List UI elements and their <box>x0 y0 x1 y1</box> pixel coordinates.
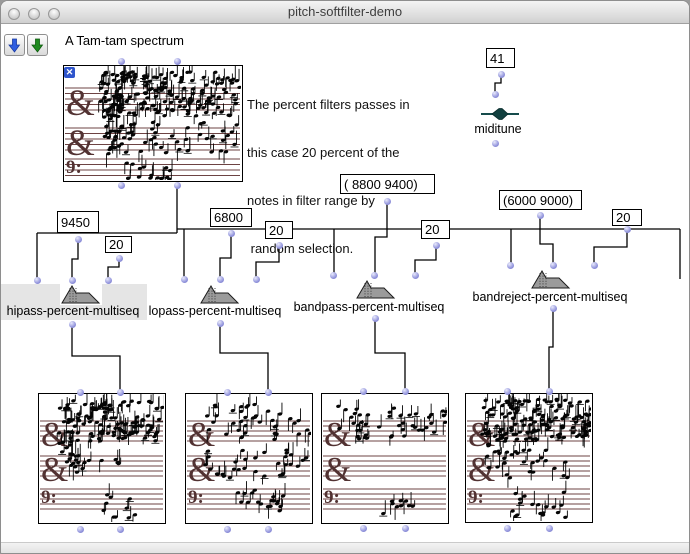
connection-dot[interactable] <box>371 272 378 279</box>
connection-dot[interactable] <box>504 388 511 395</box>
treble-clef-icon: & <box>468 450 495 489</box>
number-box[interactable]: 20 <box>265 221 293 239</box>
score-editor-box[interactable]: &&9: <box>465 393 593 523</box>
number-box[interactable]: 20 <box>421 220 450 239</box>
connection-dot[interactable] <box>224 526 231 533</box>
connection-dot[interactable] <box>228 230 235 237</box>
number-box[interactable]: (6000 9000) <box>499 190 582 210</box>
connection-dot[interactable] <box>498 71 505 78</box>
connection-dot[interactable] <box>118 182 125 189</box>
filter-shape-icon[interactable] <box>530 268 572 290</box>
connection-dot[interactable] <box>550 305 557 312</box>
connection-dot[interactable] <box>217 276 224 283</box>
connection-dot[interactable] <box>217 320 224 327</box>
connection-dot[interactable] <box>372 315 379 322</box>
connection-dot[interactable] <box>402 388 409 395</box>
connection-dot[interactable] <box>591 262 598 269</box>
score-notation: &&9: <box>39 394 164 522</box>
connection-dot[interactable] <box>69 321 76 328</box>
score-editor-box[interactable]: &&9: <box>321 393 449 524</box>
treble-clef-icon: & <box>41 450 68 489</box>
connection-dot[interactable] <box>77 526 84 533</box>
number-box[interactable]: 20 <box>612 209 642 226</box>
connection-dot[interactable] <box>537 212 544 219</box>
titlebar: pitch-softfilter-demo <box>1 1 689 24</box>
connection-dot[interactable] <box>118 58 125 65</box>
connection-dot[interactable] <box>105 277 112 284</box>
bass-clef-icon: 9: <box>324 487 340 508</box>
connection-dot[interactable] <box>253 276 260 283</box>
connection-dot[interactable] <box>433 242 440 249</box>
connection-dot[interactable] <box>174 58 181 65</box>
selection-x-marker-icon[interactable]: ✕ <box>64 67 75 78</box>
patch-heading: A Tam-tam spectrum <box>65 33 184 48</box>
window-title: pitch-softfilter-demo <box>1 4 689 19</box>
bass-clef-icon: 9: <box>188 487 204 508</box>
comment-line: this case 20 percent of the <box>247 145 410 161</box>
treble-clef-icon: & <box>66 83 95 124</box>
connection-dot[interactable] <box>116 255 123 262</box>
filter-shape-icon[interactable] <box>355 278 397 300</box>
app-window: pitch-softfilter-demo A Tam-tam spectrum… <box>0 0 690 554</box>
connection-dot[interactable] <box>69 277 76 284</box>
filter-shape-icon[interactable] <box>60 283 102 305</box>
connection-dot[interactable] <box>181 276 188 283</box>
window-bottom-edge <box>1 542 689 554</box>
connection-dot[interactable] <box>117 389 124 396</box>
connection-dot[interactable] <box>546 388 553 395</box>
score-notation: &&9: <box>466 394 591 521</box>
filter-shape-icon[interactable] <box>199 283 241 305</box>
connection-dot[interactable] <box>546 525 553 532</box>
connection-dot[interactable] <box>360 388 367 395</box>
connection-dot[interactable] <box>265 526 272 533</box>
treble-clef-icon: & <box>324 450 351 489</box>
score-notation: &&9: <box>64 66 241 180</box>
connection-dot[interactable] <box>34 277 41 284</box>
connection-dot[interactable] <box>507 262 514 269</box>
miditune-label: miditune <box>453 122 543 136</box>
connection-dot[interactable] <box>384 198 391 205</box>
download-green-button[interactable] <box>27 34 48 56</box>
bass-clef-icon: 9: <box>41 487 57 508</box>
connection-dot[interactable] <box>330 272 337 279</box>
treble-clef-icon: & <box>324 415 351 454</box>
number-box[interactable]: 41 <box>486 48 515 68</box>
miditune-slider[interactable] <box>479 105 521 123</box>
number-box[interactable]: 9450 <box>57 211 99 233</box>
comment-line: The percent filters passes in <box>247 97 410 113</box>
blue-down-arrow-icon <box>8 38 21 53</box>
connection-dot[interactable] <box>117 526 124 533</box>
connection-dot[interactable] <box>504 525 511 532</box>
connection-dot[interactable] <box>550 262 557 269</box>
score-editor-box[interactable]: &&9: <box>185 393 313 524</box>
connection-dot[interactable] <box>492 140 499 147</box>
slider-knob-icon[interactable] <box>492 109 508 120</box>
bass-clef-icon: 9: <box>468 487 484 508</box>
connection-dot[interactable] <box>224 389 231 396</box>
connection-dot[interactable] <box>402 525 409 532</box>
connection-dot[interactable] <box>360 525 367 532</box>
score-notation: &&9: <box>186 394 311 522</box>
score-notation: &&9: <box>322 394 447 522</box>
filter-box-label[interactable]: bandreject-percent-multiseq <box>440 290 660 304</box>
connection-dot[interactable] <box>265 389 272 396</box>
connection-dot[interactable] <box>174 182 181 189</box>
treble-clef-icon: & <box>188 415 215 454</box>
bass-clef-icon: 9: <box>66 157 82 178</box>
score-editor-box[interactable]: &&9: <box>38 393 166 524</box>
score-editor-box[interactable]: &&9: <box>63 65 243 182</box>
connection-dot[interactable] <box>412 272 419 279</box>
green-down-arrow-icon <box>31 38 44 53</box>
comment-line: random selection. <box>247 241 410 257</box>
connection-dot[interactable] <box>75 236 82 243</box>
connection-dot[interactable] <box>77 389 84 396</box>
number-box[interactable]: 20 <box>105 236 132 253</box>
connection-dot[interactable] <box>276 242 283 249</box>
connection-dot[interactable] <box>624 226 631 233</box>
number-box[interactable]: ( 8800 9400) <box>340 174 435 194</box>
connection-dot[interactable] <box>492 91 499 98</box>
number-box[interactable]: 6800 <box>210 208 252 227</box>
download-blue-button[interactable] <box>4 34 25 56</box>
